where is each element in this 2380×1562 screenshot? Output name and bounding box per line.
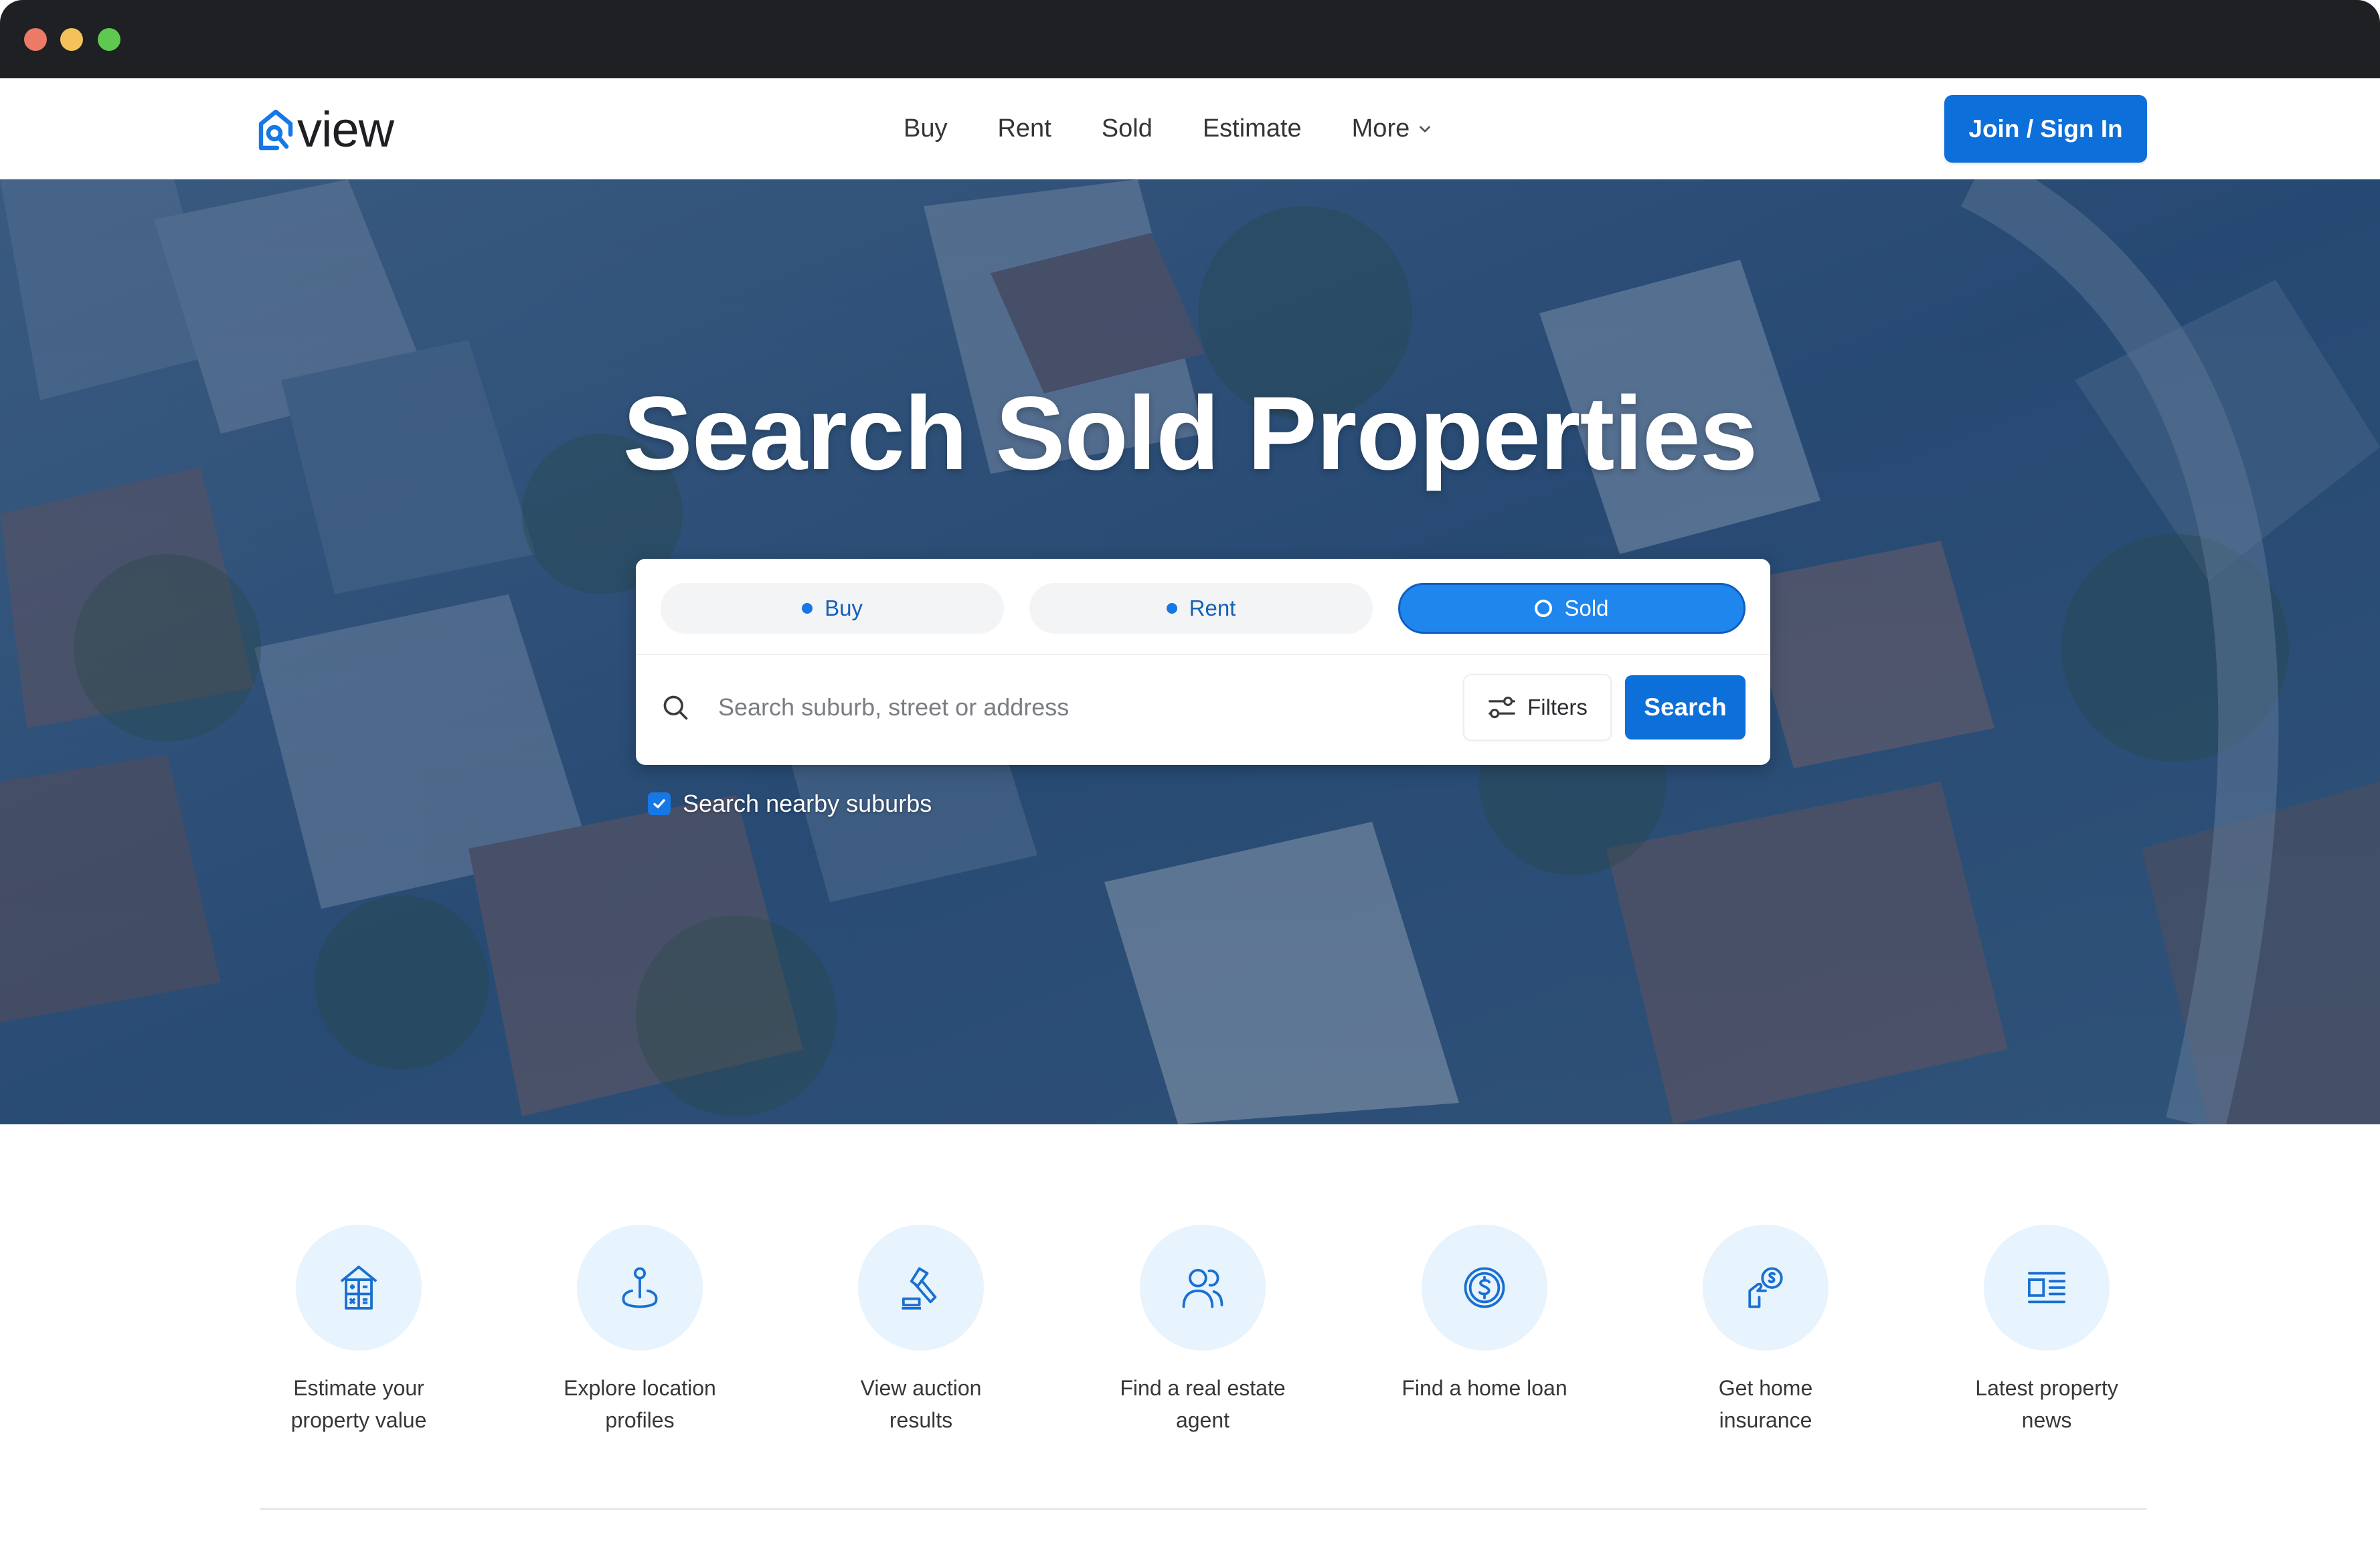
- tab-buy-label: Buy: [825, 596, 863, 620]
- service-estimate-value[interactable]: Estimate your property value: [245, 1225, 473, 1436]
- nav-buy[interactable]: Buy: [904, 114, 947, 143]
- filters-button[interactable]: Filters: [1463, 674, 1612, 741]
- service-icon-circle: [296, 1225, 422, 1351]
- join-sign-in-button[interactable]: Join / Sign In: [1944, 95, 2147, 163]
- hero-title: Search Sold Properties: [622, 375, 1758, 492]
- listing-type-tabs: Buy Rent Sold: [661, 583, 1746, 634]
- chevron-down-icon: [1420, 125, 1431, 133]
- service-icon-circle: [858, 1225, 984, 1351]
- sliders-icon: [1489, 696, 1515, 719]
- service-icon-circle: [1703, 1225, 1829, 1351]
- news-icon: [2027, 1272, 2066, 1304]
- search-card: Buy Rent Sold Filters Search: [636, 559, 1770, 765]
- nav-estimate[interactable]: Estimate: [1203, 114, 1302, 143]
- radio-dot-icon: [802, 603, 813, 614]
- search-button[interactable]: Search: [1625, 675, 1746, 740]
- service-find-agent[interactable]: Find a real estate agent: [1089, 1225, 1316, 1436]
- window-close-button[interactable]: [24, 28, 47, 51]
- nav-more-label: More: [1351, 114, 1410, 143]
- service-home-loan[interactable]: Find a home loan: [1371, 1225, 1598, 1404]
- location-pin-icon: [622, 1267, 658, 1308]
- search-icon: [663, 695, 688, 720]
- window-minimize-button[interactable]: [60, 28, 83, 51]
- site-header: view Buy Rent Sold Estimate More Join / …: [0, 78, 2380, 179]
- service-home-insurance[interactable]: Get home insurance: [1652, 1225, 1879, 1436]
- service-icon-circle: [1422, 1225, 1547, 1351]
- logo-text: view: [297, 102, 394, 157]
- nearby-label: Search nearby suburbs: [683, 790, 932, 817]
- nearby-checkbox[interactable]: [648, 792, 671, 815]
- people-icon: [1182, 1268, 1223, 1308]
- service-label: Estimate your property value: [290, 1376, 427, 1432]
- radio-ring-icon: [1535, 600, 1553, 617]
- service-auction-results[interactable]: View auction results: [807, 1225, 1035, 1436]
- service-label: View auction results: [860, 1376, 982, 1432]
- dollar-coin-icon: [1464, 1267, 1505, 1308]
- tab-sold[interactable]: Sold: [1398, 583, 1746, 634]
- service-label: Latest property news: [1975, 1376, 2118, 1432]
- service-property-news[interactable]: Latest property news: [1933, 1225, 2160, 1436]
- window-maximize-button[interactable]: [98, 28, 120, 51]
- services-row: Estimate your property value Explore loca…: [0, 1225, 2380, 1439]
- radio-dot-icon: [1166, 603, 1177, 614]
- nav-sold[interactable]: Sold: [1102, 114, 1153, 143]
- service-label: Get home insurance: [1718, 1376, 1813, 1432]
- nav-more[interactable]: More: [1352, 114, 1434, 143]
- hero-section: Search Sold Properties Buy Rent Sold Fil…: [0, 179, 2380, 1124]
- card-divider: [636, 654, 1770, 655]
- service-icon-circle: [1140, 1225, 1266, 1351]
- search-nearby-option[interactable]: Search nearby suburbs: [648, 790, 932, 818]
- filters-label: Filters: [1527, 695, 1588, 719]
- main-nav: Buy Rent Sold Estimate More: [904, 78, 1434, 179]
- service-label: Find a home loan: [1401, 1376, 1567, 1400]
- checkmark-icon: [653, 799, 665, 808]
- service-label: Explore location profiles: [564, 1376, 716, 1432]
- tab-rent-label: Rent: [1189, 596, 1236, 620]
- tab-buy[interactable]: Buy: [661, 583, 1004, 634]
- hand-dollar-icon: [1748, 1267, 1783, 1308]
- house-search-icon: [258, 109, 293, 151]
- search-row: Filters Search: [661, 674, 1746, 741]
- search-input[interactable]: [718, 693, 1463, 721]
- service-icon-circle: [577, 1225, 703, 1351]
- nav-rent[interactable]: Rent: [997, 114, 1051, 143]
- house-calculator-icon: [340, 1266, 377, 1310]
- tab-sold-label: Sold: [1564, 596, 1609, 620]
- logo[interactable]: view: [257, 105, 394, 155]
- tab-rent[interactable]: Rent: [1029, 583, 1373, 634]
- gavel-icon: [902, 1267, 937, 1310]
- service-icon-circle: [1984, 1225, 2110, 1351]
- service-location-profiles[interactable]: Explore location profiles: [526, 1225, 754, 1436]
- window-titlebar: [0, 0, 2380, 78]
- service-label: Find a real estate agent: [1120, 1376, 1286, 1432]
- section-divider: [260, 1508, 2147, 1510]
